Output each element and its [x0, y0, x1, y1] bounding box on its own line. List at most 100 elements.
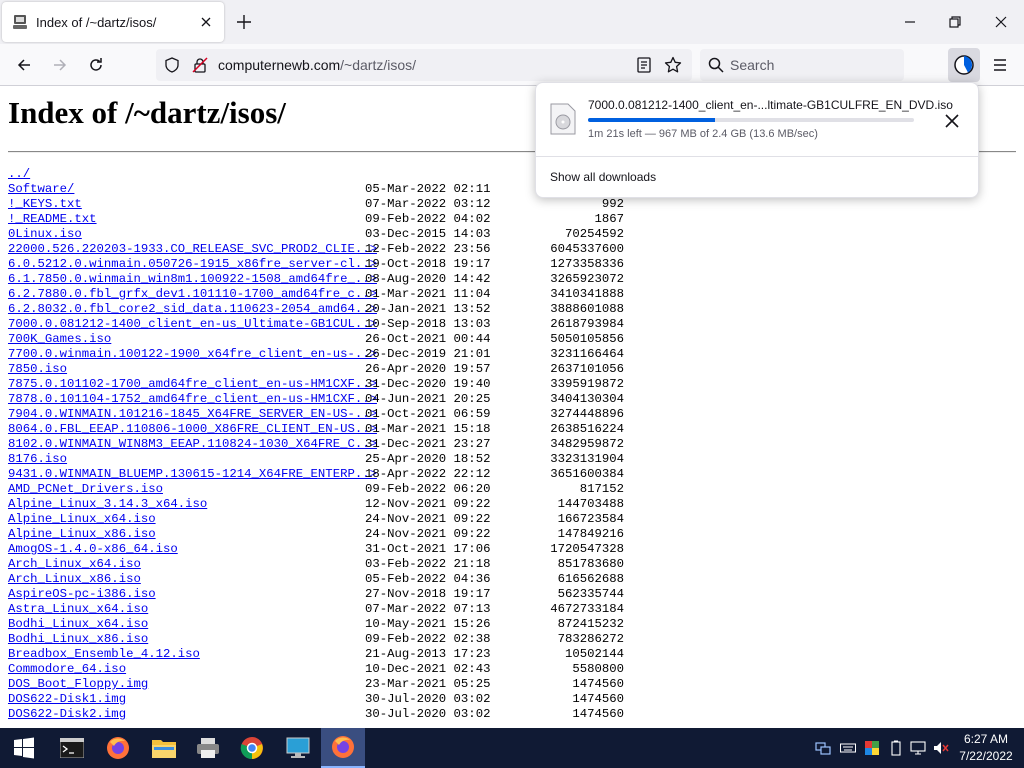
- file-link[interactable]: 6.2.7880.0.fbl_grfx_dev1.101110-1700_amd…: [8, 287, 377, 302]
- file-size: 616562688: [557, 572, 624, 586]
- file-link[interactable]: 6.2.8032.0.fbl_core2_sid_data.110623-205…: [8, 302, 377, 317]
- file-link[interactable]: Software/: [8, 182, 74, 197]
- file-link[interactable]: AspireOS-pc-i386.iso: [8, 587, 156, 602]
- file-size: 3231166464: [550, 347, 624, 361]
- file-link[interactable]: Bodhi_Linux_x86.iso: [8, 632, 148, 647]
- listing-row: Astra_Linux_x64.iso 07-Mar-2022 07:13 4672…: [8, 602, 628, 617]
- address-bar[interactable]: computernewb.com/~dartz/isos/: [156, 49, 692, 81]
- reload-icon[interactable]: [82, 51, 110, 79]
- listing-row: 6.2.7880.0.fbl_grfx_dev1.101110-1700_amd…: [8, 287, 628, 302]
- keyboard-icon[interactable]: [840, 740, 856, 756]
- file-size: 783286272: [557, 632, 624, 646]
- downloads-button[interactable]: [948, 48, 980, 82]
- listing-row: 0Linux.iso 03-Dec-2015 14:03 70254592: [8, 227, 628, 242]
- cancel-download-icon[interactable]: [940, 109, 964, 133]
- file-link[interactable]: 6.1.7850.0.winmain_win8m1.100922-1508_am…: [8, 272, 377, 287]
- file-size: 70254592: [564, 227, 624, 241]
- file-link[interactable]: 7875.0.101102-1700_amd64fre_client_en-us…: [8, 377, 377, 392]
- file-link[interactable]: Commodore_64.iso: [8, 662, 126, 677]
- tracking-protection-icon[interactable]: [164, 57, 180, 73]
- file-link[interactable]: 700K_Games.iso: [8, 332, 111, 347]
- back-icon[interactable]: [10, 51, 38, 79]
- listing-row: Arch_Linux_x64.iso 03-Feb-2022 21:18 85178…: [8, 557, 628, 572]
- file-link[interactable]: Alpine_Linux_x64.iso: [8, 512, 156, 527]
- bookmark-star-icon[interactable]: [664, 56, 682, 74]
- download-filename[interactable]: 7000.0.081212-1400_client_en-...ltimate-…: [588, 98, 953, 112]
- chrome-icon[interactable]: [230, 728, 274, 768]
- menu-icon[interactable]: [986, 51, 1014, 79]
- file-link[interactable]: AMD_PCNet_Drivers.iso: [8, 482, 163, 497]
- restore-icon[interactable]: [943, 10, 967, 34]
- file-link[interactable]: Bodhi_Linux_x64.iso: [8, 617, 148, 632]
- forward-icon[interactable]: [46, 51, 74, 79]
- file-link[interactable]: DOS622-Disk2.img: [8, 707, 126, 722]
- file-link[interactable]: Arch_Linux_x64.iso: [8, 557, 141, 572]
- display-icon[interactable]: [910, 740, 926, 756]
- file-link[interactable]: 8102.0.WINMAIN_WIN8M3_EEAP.110824-1030_X…: [8, 437, 377, 452]
- file-link[interactable]: Arch_Linux_x86.iso: [8, 572, 141, 587]
- file-size: 1867: [594, 212, 624, 226]
- file-link[interactable]: !_KEYS.txt: [8, 197, 82, 212]
- file-link[interactable]: 7700.0.winmain.100122-1900_x64fre_client…: [8, 347, 377, 362]
- cmd-icon[interactable]: [50, 728, 94, 768]
- start-icon[interactable]: [2, 728, 46, 768]
- monitor-icon[interactable]: [276, 728, 320, 768]
- new-tab-icon[interactable]: [234, 12, 254, 32]
- file-link[interactable]: Alpine_Linux_x86.iso: [8, 527, 156, 542]
- volume-muted-icon[interactable]: [933, 740, 949, 756]
- listing-row: 7904.0.WINMAIN.101216-1845_X64FRE_SERVER…: [8, 407, 628, 422]
- listing-row: 7878.0.101104-1752_amd64fre_client_en-us…: [8, 392, 628, 407]
- file-date: 24-Nov-2021 09:22: [365, 527, 491, 541]
- file-size: 1720547328: [550, 542, 624, 556]
- file-link[interactable]: 7878.0.101104-1752_amd64fre_client_en-us…: [8, 392, 377, 407]
- printer-icon[interactable]: [186, 728, 230, 768]
- listing-row: 700K_Games.iso 26-Oct-2021 00:44 505010585…: [8, 332, 628, 347]
- close-window-icon[interactable]: [989, 10, 1013, 34]
- file-link[interactable]: ../: [8, 167, 30, 182]
- file-date: 09-Feb-2022 04:02: [365, 212, 491, 226]
- listing-row: 22000.526.220203-1933.CO_RELEASE_SVC_PRO…: [8, 242, 628, 257]
- file-link[interactable]: AmogOS-1.4.0-x86_64.iso: [8, 542, 178, 557]
- file-date: 12-Nov-2021 09:22: [365, 497, 491, 511]
- file-size: 144703488: [557, 497, 624, 511]
- file-link[interactable]: !_README.txt: [8, 212, 97, 227]
- file-date: 31-Dec-2020 19:40: [365, 377, 491, 391]
- file-link[interactable]: 6.0.5212.0.winmain.050726-1915_x86fre_se…: [8, 257, 377, 272]
- file-size: 3265923072: [550, 272, 624, 286]
- show-all-downloads-button[interactable]: Show all downloads: [550, 170, 656, 184]
- battery-icon[interactable]: [888, 740, 904, 756]
- tab-active[interactable]: Index of /~dartz/isos/: [2, 2, 224, 42]
- search-input[interactable]: Search: [700, 49, 904, 81]
- file-size: 2618793984: [550, 317, 624, 331]
- directory-listing: ../Software/05-Mar-2022 02:11-!_KEYS.txt…: [8, 167, 628, 722]
- file-link[interactable]: Alpine_Linux_3.14.3_x64.iso: [8, 497, 207, 512]
- file-size: 872415232: [557, 617, 624, 631]
- file-link[interactable]: 9431.0.WINMAIN_BLUEMP.130615-1214_X64FRE…: [8, 467, 377, 482]
- close-tab-icon[interactable]: [198, 14, 214, 30]
- minimize-icon[interactable]: [898, 10, 922, 34]
- insecure-lock-icon[interactable]: [192, 57, 208, 73]
- firefox-active-icon[interactable]: [321, 728, 365, 768]
- firefox-icon[interactable]: [96, 728, 140, 768]
- file-link[interactable]: Astra_Linux_x64.iso: [8, 602, 148, 617]
- file-link[interactable]: 22000.526.220203-1933.CO_RELEASE_SVC_PRO…: [8, 242, 377, 257]
- file-link[interactable]: DOS_Boot_Floppy.img: [8, 677, 148, 692]
- file-date: 23-Mar-2021 05:25: [365, 677, 491, 691]
- file-link[interactable]: 7850.iso: [8, 362, 67, 377]
- file-explorer-icon[interactable]: [142, 728, 186, 768]
- file-link[interactable]: 7000.0.081212-1400_client_en-us_Ultimate…: [8, 317, 377, 332]
- file-link[interactable]: 8176.iso: [8, 452, 67, 467]
- file-link[interactable]: 0Linux.iso: [8, 227, 82, 242]
- reader-view-icon[interactable]: [636, 57, 652, 73]
- listing-row: !_README.txt 09-Feb-2022 04:02 1867: [8, 212, 628, 227]
- color-app-icon[interactable]: [864, 740, 880, 756]
- system-clock[interactable]: 6:27 AM 7/22/2022: [954, 731, 1018, 765]
- file-link[interactable]: 8064.0.FBL_EEAP.110806-1000_X86FRE_CLIEN…: [8, 422, 377, 437]
- network-icon[interactable]: [815, 740, 831, 756]
- file-link[interactable]: 7904.0.WINMAIN.101216-1845_X64FRE_SERVER…: [8, 407, 377, 422]
- file-link[interactable]: DOS622-Disk1.img: [8, 692, 126, 707]
- clock-date: 7/22/2022: [959, 749, 1013, 763]
- file-link[interactable]: Breadbox_Ensemble_4.12.iso: [8, 647, 200, 662]
- url-text: computernewb.com/~dartz/isos/: [218, 57, 417, 73]
- file-size: 562335744: [557, 587, 624, 601]
